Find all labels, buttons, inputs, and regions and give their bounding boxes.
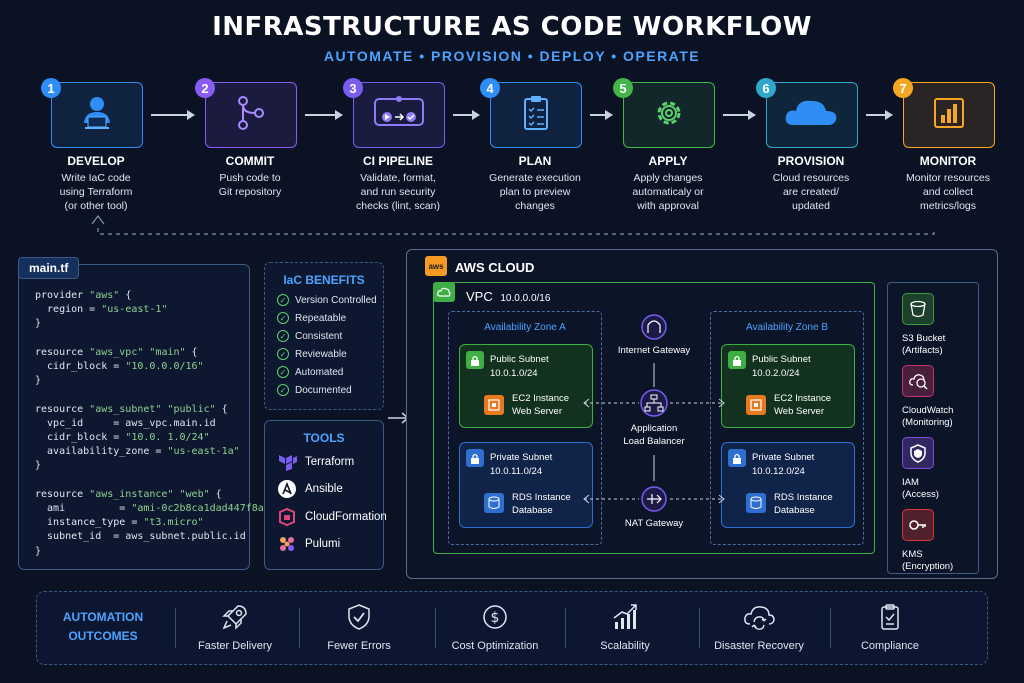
benefit-label: Consistent <box>295 330 343 342</box>
benefit-label: Version Controlled <box>295 294 377 306</box>
service-purpose: (Encryption) <box>902 561 954 572</box>
tool-item-ansible[interactable]: Ansible <box>277 476 387 504</box>
code-line: resource "aws_instance" "web" { <box>35 488 222 500</box>
code-line: provider "aws" { <box>35 290 132 301</box>
tool-item-pulumi[interactable]: Pulumi <box>277 531 387 559</box>
alb-label-line1: Application <box>630 423 678 434</box>
code-line: instance_type = "t3.micro" <box>35 517 204 529</box>
code-line: cidr_block = "10.0. 1.0/24" <box>35 432 210 444</box>
outcomes-panel: AUTOMATION OUTCOMES Faster Delivery Fewer… <box>36 591 988 665</box>
code-panel: main.tf provider "aws" { region = "us-ea… <box>18 257 270 570</box>
nat-gateway-label: NAT Gateway <box>624 518 684 529</box>
tool-item-terraform[interactable]: Terraform <box>277 448 387 476</box>
service-purpose: (Access) <box>902 489 939 500</box>
cloud-refresh-icon <box>742 602 776 632</box>
benefit-label: Documented <box>295 384 352 396</box>
internet-gateway-label: Internet Gateway <box>617 345 691 356</box>
key-icon[interactable] <box>902 509 934 541</box>
tool-item-cloudformation[interactable]: CloudFormation <box>277 503 387 531</box>
outcome-label: Faster Delivery <box>198 640 272 652</box>
tools-title: TOOLS <box>303 431 345 445</box>
benefit-item: ✓ Consistent <box>277 327 377 345</box>
outcome-label: Fewer Errors <box>327 640 391 652</box>
aws-cloud-panel: aws AWS CLOUD VPC 10.0.0.0/16 Availabili… <box>406 249 998 579</box>
service-name: KMS <box>902 549 923 560</box>
tool-label: Terraform <box>305 455 355 468</box>
ansible-icon <box>277 479 297 499</box>
shield-icon[interactable] <box>902 437 934 469</box>
check-circle-icon: ✓ <box>277 348 289 360</box>
code-block: provider "aws" { region = "us-east-1"} r… <box>35 289 270 559</box>
check-circle-icon: ✓ <box>277 312 289 324</box>
tools-list: Terraform Ansible CloudFormation Pulumi <box>277 448 387 558</box>
outcomes-title-line2: OUTCOMES <box>68 629 138 643</box>
rocket-icon <box>218 602 252 632</box>
aws-services-panel: S3 Bucket (Artifacts) CloudWatch (Monitorin… <box>887 282 979 574</box>
alb-label-line2: Load Balancer <box>623 436 685 447</box>
dollar-icon: $ <box>478 602 512 632</box>
code-line: } <box>35 318 42 330</box>
code-line: resource "aws_vpc" "main" { <box>35 346 198 358</box>
check-circle-icon: ✓ <box>277 366 289 378</box>
outcome-label: Compliance <box>860 640 920 652</box>
service-purpose: (Artifacts) <box>902 345 943 356</box>
service-purpose: (Monitoring) <box>902 417 953 428</box>
benefit-label: Reviewable <box>295 348 347 360</box>
bucket-icon[interactable] <box>902 293 934 325</box>
benefit-item: ✓ Documented <box>277 381 377 399</box>
cloudwatch-icon[interactable] <box>902 365 934 397</box>
outcomes-title-line1: AUTOMATION <box>62 610 144 624</box>
tool-label: CloudFormation <box>305 510 387 523</box>
benefit-label: Repeatable <box>295 312 347 324</box>
pulumi-icon <box>277 534 297 554</box>
vpc-connections <box>583 314 725 512</box>
aws-logo-icon: aws <box>425 256 447 276</box>
code-line: } <box>35 460 42 472</box>
outcome-label: Cost Optimization <box>451 640 539 652</box>
terraform-icon <box>277 452 297 472</box>
outcome-label: Disaster Recovery <box>714 640 804 652</box>
benefits-panel: IaC BENEFITS ✓ Version Controlled ✓ Repeata… <box>264 262 384 410</box>
check-circle-icon: ✓ <box>277 294 289 306</box>
code-line: cidr_block = "10.0.0.0/16" <box>35 361 204 373</box>
svg-text:$: $ <box>491 610 500 626</box>
growth-chart-icon <box>608 602 642 632</box>
benefit-item: ✓ Repeatable <box>277 309 377 327</box>
benefit-item: ✓ Version Controlled <box>277 291 377 309</box>
check-circle-icon: ✓ <box>277 330 289 342</box>
service-name: S3 Bucket <box>902 333 946 344</box>
code-line: } <box>35 375 42 387</box>
benefits-title: IaC BENEFITS <box>283 273 365 287</box>
code-line: resource "aws_subnet" "public" { <box>35 403 228 415</box>
code-line: region = "us-east-1" <box>35 304 168 316</box>
benefit-item: ✓ Reviewable <box>277 345 377 363</box>
shield-check-icon <box>342 602 376 632</box>
benefit-label: Automated <box>295 366 344 378</box>
code-line: availability_zone = "us-east-1a" <box>35 446 240 458</box>
code-line: ami = "ami-0c2b8ca1dad447f8a" <box>35 503 270 515</box>
cloudformation-icon <box>277 507 297 527</box>
benefit-item: ✓ Automated <box>277 363 377 381</box>
tools-panel: TOOLS Terraform Ansible CloudFormation Pulu… <box>264 420 387 570</box>
tool-label: Ansible <box>305 483 343 496</box>
service-name: CloudWatch <box>902 405 954 416</box>
check-circle-icon: ✓ <box>277 384 289 396</box>
benefits-list: ✓ Version Controlled ✓ Repeatable ✓ Consisten… <box>277 291 377 399</box>
tool-label: Pulumi <box>305 538 341 551</box>
aws-cloud-label: AWS CLOUD <box>455 260 535 275</box>
clipboard-check-icon <box>873 602 907 632</box>
code-line: subnet_id = aws_subnet.public.id <box>35 531 246 543</box>
service-name: IAM <box>902 477 919 488</box>
outcome-label: Scalability <box>600 640 650 652</box>
vpc-box: VPC 10.0.0.0/16 Availability Zone A Publ… <box>433 282 875 554</box>
code-line: vpc_id = aws_vpc.main.id <box>35 417 216 429</box>
code-line: } <box>35 545 42 557</box>
code-filename-tab[interactable]: main.tf <box>18 257 80 279</box>
